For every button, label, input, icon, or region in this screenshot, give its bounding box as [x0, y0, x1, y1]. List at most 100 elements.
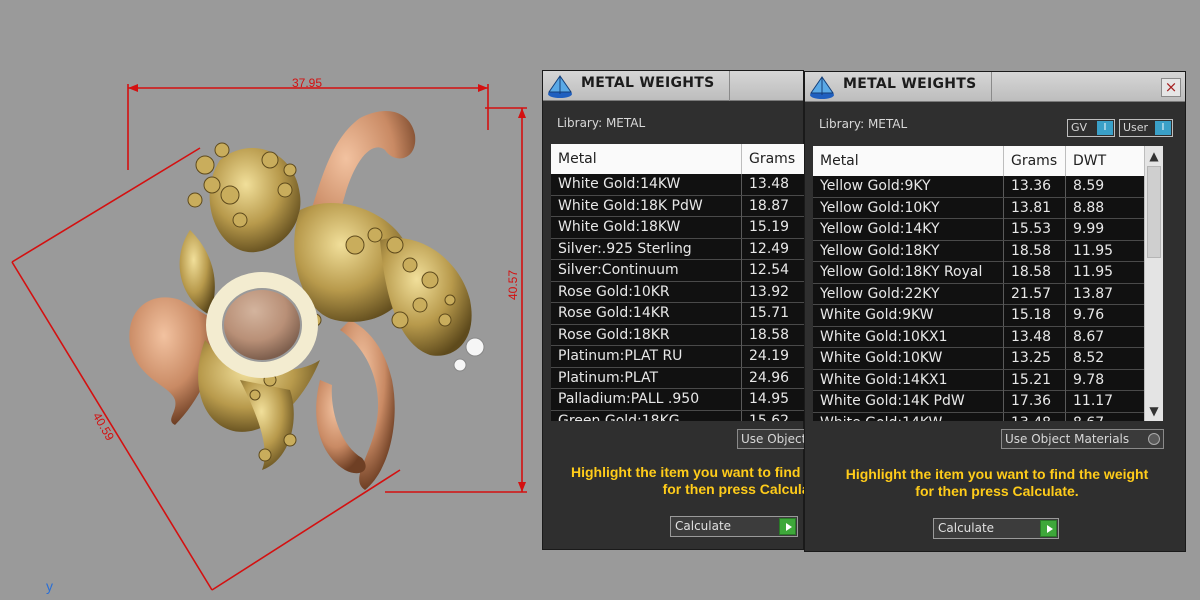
table-row[interactable]: White Gold:10KX1 13.48 8.67	[813, 326, 1144, 348]
cell-metal: Yellow Gold:18KY Royal	[813, 262, 1004, 283]
cell-dwt: 8.67	[1066, 413, 1144, 422]
table-row[interactable]: White Gold:14KX1 15.21 9.78	[813, 369, 1144, 391]
table-row[interactable]: Platinum:PLAT RU 24.19	[551, 346, 805, 368]
cell-dwt: 9.99	[1073, 221, 1105, 237]
cell-dwt: 11.95	[1073, 242, 1114, 259]
cell-dwt: 9.76	[1073, 307, 1105, 323]
table-row[interactable]: Yellow Gold:9KY 13.36 8.59	[813, 176, 1144, 198]
titlebar-divider	[729, 71, 730, 101]
table-row[interactable]: Palladium:PALL .950 14.95	[551, 389, 805, 411]
gv-toggle[interactable]: GV I	[1067, 119, 1115, 137]
table-row[interactable]: Yellow Gold:18KY Royal 18.58 11.95	[813, 262, 1144, 284]
cell-dwt: 9.78	[1073, 371, 1105, 388]
table-body: Yellow Gold:9KY 13.36 8.59 Yellow Gold:10KY…	[813, 176, 1144, 421]
table-row[interactable]: Platinum:PLAT 24.96	[551, 367, 805, 389]
table-row[interactable]: White Gold:14KW13.488.67	[813, 412, 1144, 422]
cell-metal: White Gold:18K PdW	[551, 195, 742, 217]
cell-grams: 15.18	[1004, 305, 1066, 326]
table-scrollbar[interactable]: ▲ ▼	[1144, 146, 1163, 421]
cell-metal: White Gold:14KW	[551, 174, 742, 195]
column-header-grams[interactable]: Grams	[1004, 146, 1066, 176]
close-icon: ×	[1164, 78, 1178, 96]
table-row[interactable]: Rose Gold:18KR 18.58	[551, 324, 805, 346]
cell-metal: White Gold:18KW	[551, 217, 742, 238]
radio-icon	[1148, 433, 1160, 445]
table-row[interactable]: Rose Gold:14KR 15.71	[551, 303, 805, 325]
cell-grams: 18.87	[749, 197, 790, 214]
cell-grams: 15.62	[749, 412, 790, 422]
cell-dwt: 13.87	[1073, 285, 1114, 302]
play-icon	[779, 518, 796, 535]
cell-metal: Palladium:PALL .950	[551, 389, 742, 410]
cell-grams: 18.58	[749, 326, 790, 343]
cell-metal: Silver:Continuum	[551, 260, 742, 281]
table-row[interactable]: Yellow Gold:14KY 15.53 9.99	[813, 219, 1144, 241]
cell-metal: Platinum:PLAT	[551, 367, 742, 389]
scrollbar-thumb[interactable]	[1147, 166, 1161, 258]
cell-grams: 13.48	[749, 176, 790, 192]
table-row[interactable]: Silver:.925 Sterling 12.49	[551, 238, 805, 260]
table-row[interactable]: White Gold:18KW 15.19	[551, 217, 805, 239]
cell-grams: 13.25	[1004, 348, 1066, 369]
table-row[interactable]: White Gold:10KW 13.25 8.52	[813, 348, 1144, 370]
use-object-materials-toggle[interactable]: Use Object Materials	[1001, 429, 1164, 449]
cell-metal: White Gold:14KX1	[813, 369, 1004, 391]
user-toggle-label: User	[1123, 121, 1149, 134]
table-row[interactable]: Green Gold:18KG 15.62	[551, 410, 805, 422]
cell-metal: Yellow Gold:9KY	[813, 176, 1004, 197]
cell-metal: Yellow Gold:18KY	[813, 240, 1004, 262]
toggle-switch-icon: I	[1097, 121, 1113, 135]
cell-metal: Platinum:PLAT RU	[551, 346, 742, 367]
cell-grams: 13.92	[749, 283, 790, 300]
cell-metal: Yellow Gold:22KY	[813, 283, 1004, 305]
cell-dwt: 8.59	[1073, 178, 1105, 194]
table-row[interactable]: White Gold:14K PdW 17.36 11.17	[813, 391, 1144, 413]
scroll-down-arrow-icon[interactable]: ▼	[1145, 403, 1163, 419]
cell-metal: Green Gold:18KG	[551, 410, 742, 421]
cell-grams: 13.48	[1004, 326, 1066, 348]
metal-weights-panel-right: METAL WEIGHTS × Library: METAL GV I User…	[804, 71, 1186, 552]
instruction-text: Highlight the item you want to find the …	[832, 466, 1162, 500]
library-label: Library: METAL	[557, 116, 646, 130]
table-row[interactable]: Rose Gold:10KR 13.92	[551, 281, 805, 303]
play-icon	[1040, 520, 1057, 537]
table-row[interactable]: White Gold:14KW 13.48	[551, 174, 805, 196]
cell-metal: Yellow Gold:10KY	[813, 197, 1004, 219]
instruction-line-1: Highlight the item you want to find the …	[845, 466, 1149, 482]
cell-grams: 15.21	[1004, 369, 1066, 391]
table-header: Metal Grams	[551, 144, 805, 174]
table-row[interactable]: Yellow Gold:22KY 21.57 13.87	[813, 283, 1144, 305]
calculate-button[interactable]: Calculate	[933, 518, 1059, 539]
column-header-metal[interactable]: Metal	[813, 146, 1004, 176]
table-row[interactable]: White Gold:9KW 15.18 9.76	[813, 305, 1144, 327]
panel-title: METAL WEIGHTS	[843, 76, 977, 92]
table-row[interactable]: Silver:Continuum 12.54	[551, 260, 805, 282]
cell-grams: 12.49	[749, 240, 790, 257]
close-button[interactable]: ×	[1161, 78, 1181, 97]
column-header-dwt[interactable]: DWT	[1066, 146, 1144, 176]
metal-table: Metal Grams White Gold:14KW 13.48 White Go…	[551, 144, 805, 421]
column-header-metal[interactable]: Metal	[551, 144, 742, 174]
cell-grams: 18.58	[1004, 240, 1066, 262]
cell-metal: Rose Gold:14KR	[551, 303, 742, 324]
calculate-button[interactable]: Calculate	[670, 516, 798, 537]
user-toggle[interactable]: User I	[1119, 119, 1173, 137]
table-body: White Gold:14KW 13.48 White Gold:18K PdW 18…	[551, 174, 805, 421]
dimension-label-width: 37.95	[292, 76, 323, 90]
cell-dwt: 11.95	[1073, 264, 1114, 280]
column-header-grams[interactable]: Grams	[742, 144, 805, 174]
panel-titlebar[interactable]: METAL WEIGHTS	[543, 71, 803, 101]
scroll-up-arrow-icon[interactable]: ▲	[1145, 148, 1163, 164]
use-object-materials-toggle[interactable]: Use Object Materials	[737, 429, 805, 449]
table-row[interactable]: Yellow Gold:10KY 13.81 8.88	[813, 197, 1144, 219]
axis-indicator-y: y	[46, 578, 53, 594]
cell-grams: 15.71	[749, 305, 790, 321]
cell-grams: 13.81	[1004, 197, 1066, 219]
library-label: Library: METAL	[819, 117, 908, 131]
cell-grams: 15.53	[1004, 219, 1066, 240]
cell-metal: White Gold:10KX1	[813, 326, 1004, 348]
table-row[interactable]: Yellow Gold:18KY 18.58 11.95	[813, 240, 1144, 262]
panel-titlebar[interactable]: METAL WEIGHTS ×	[805, 72, 1185, 102]
metal-weights-panel-left: METAL WEIGHTS Library: METAL Metal Grams…	[542, 70, 874, 550]
table-row[interactable]: White Gold:18K PdW 18.87	[551, 195, 805, 217]
